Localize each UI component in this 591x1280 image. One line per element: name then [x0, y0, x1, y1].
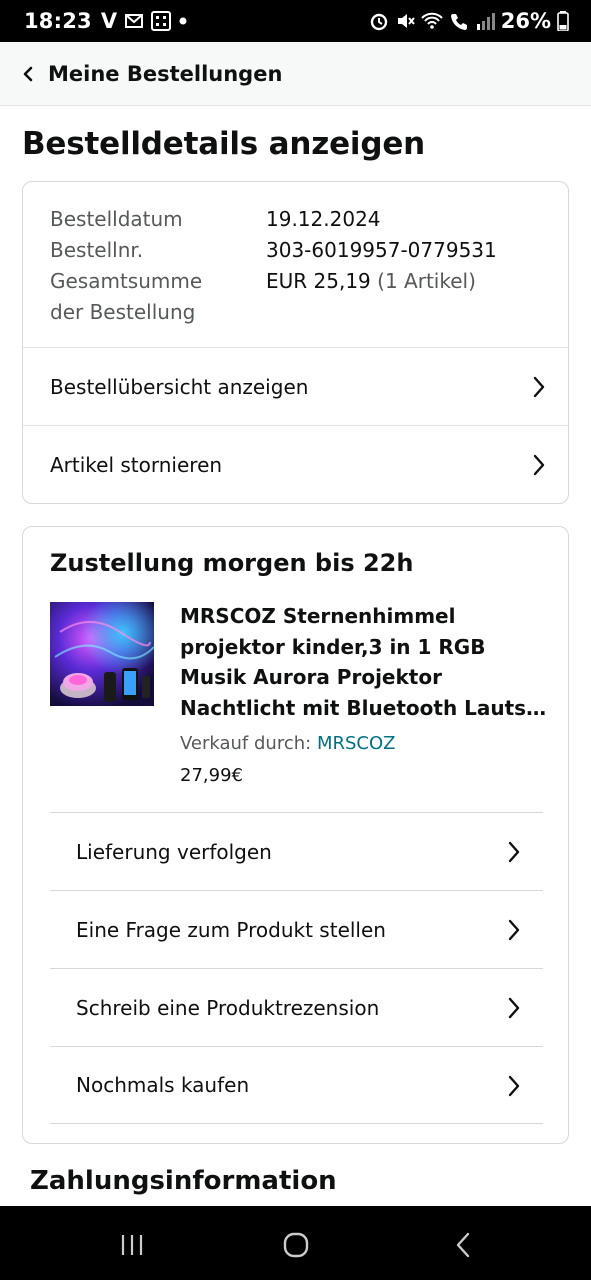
carrier-v-icon: V	[100, 9, 118, 33]
seller-info: Verkauf durch: MRSCOZ	[180, 733, 395, 754]
ask-product-question-row[interactable]: Eine Frage zum Produkt stellen	[50, 890, 543, 968]
volte-icon	[450, 14, 467, 30]
back-chevron-icon[interactable]	[18, 64, 38, 84]
cancel-items-row[interactable]: Artikel stornieren	[23, 425, 568, 503]
write-review-row[interactable]: Schreib eine Produktrezension	[50, 968, 543, 1046]
product-image[interactable]	[50, 602, 154, 706]
wifi-call-icon	[421, 12, 443, 29]
system-nav-bar	[0, 1206, 591, 1280]
top-nav: Meine Bestellungen	[0, 42, 591, 106]
chevron-right-icon	[533, 376, 545, 398]
track-delivery-label: Lieferung verfolgen	[76, 839, 272, 864]
order-total-row: Gesamtsumme EUR 25,19 (1 Artikel)	[50, 266, 550, 297]
page-title: Bestelldetails anzeigen	[22, 126, 426, 162]
seller-link[interactable]: MRSCOZ	[317, 733, 396, 754]
order-date-value: 19.12.2024	[266, 207, 381, 231]
signal-icon	[476, 13, 495, 30]
cancel-items-label: Artikel stornieren	[50, 452, 223, 477]
chevron-right-icon	[508, 1075, 520, 1097]
order-total-label: Gesamtsumme	[50, 269, 203, 293]
buy-again-label: Nochmals kaufen	[76, 1073, 250, 1097]
calculator-icon	[151, 11, 172, 31]
order-summary-card: Bestelldatum 19.12.2024 Bestellnr. 303-6…	[22, 181, 569, 504]
status-bar: 18:23 V 26%	[0, 0, 591, 42]
delivery-estimate: Zustellung morgen bis 22h	[50, 549, 414, 577]
mute-icon	[397, 14, 415, 28]
notification-dot-icon	[179, 17, 187, 25]
order-number-label: Bestellnr.	[50, 238, 144, 262]
chevron-right-icon	[508, 997, 520, 1019]
order-total-row-2: der Bestellung	[50, 297, 550, 328]
back-link-my-orders[interactable]: Meine Bestellungen	[48, 62, 282, 86]
home-icon[interactable]	[281, 1230, 311, 1260]
write-review-label: Schreib eine Produktrezension	[76, 995, 380, 1020]
recents-icon[interactable]	[117, 1230, 147, 1260]
buy-again-row[interactable]: Nochmals kaufen	[50, 1046, 543, 1124]
order-item-count: (1 Artikel)	[377, 269, 476, 293]
order-date-label: Bestelldatum	[50, 207, 183, 231]
seller-prefix: Verkauf durch:	[180, 733, 317, 754]
chevron-right-icon	[533, 454, 545, 476]
status-right-icons: 26%	[369, 9, 569, 33]
order-date-row: Bestelldatum 19.12.2024	[50, 204, 550, 235]
status-time: 18:23	[24, 9, 92, 33]
chevron-right-icon	[508, 841, 520, 863]
order-total-value-wrap: EUR 25,19 (1 Artikel)	[266, 266, 476, 297]
order-info: Bestelldatum 19.12.2024 Bestellnr. 303-6…	[50, 204, 550, 328]
view-order-summary-label: Bestellübersicht anzeigen	[50, 374, 309, 399]
back-nav-icon[interactable]	[448, 1230, 478, 1260]
product-price: 27,99€	[180, 765, 243, 786]
status-left-icons: V	[101, 9, 188, 33]
track-delivery-row[interactable]: Lieferung verfolgen	[50, 812, 543, 890]
payment-info-heading: Zahlungsinformation	[30, 1166, 337, 1196]
gmail-icon	[125, 14, 144, 28]
ask-product-question-label: Eine Frage zum Produkt stellen	[76, 917, 386, 942]
order-number-row: Bestellnr. 303-6019957-0779531	[50, 235, 550, 266]
shipment-card: Zustellung morgen bis 22h MRSCOZ Sternen…	[22, 526, 569, 1144]
chevron-right-icon	[508, 919, 520, 941]
order-total-label-2: der Bestellung	[50, 300, 196, 324]
product-title-link[interactable]: MRSCOZ Sternenhimmel projektor kinder,3 …	[180, 601, 548, 723]
view-order-summary-row[interactable]: Bestellübersicht anzeigen	[23, 347, 568, 425]
order-total-value: EUR 25,19	[266, 269, 371, 293]
alarm-icon	[370, 13, 387, 31]
battery-icon	[557, 11, 569, 31]
battery-percent: 26%	[500, 9, 551, 33]
order-number-value: 303-6019957-0779531	[266, 238, 497, 262]
